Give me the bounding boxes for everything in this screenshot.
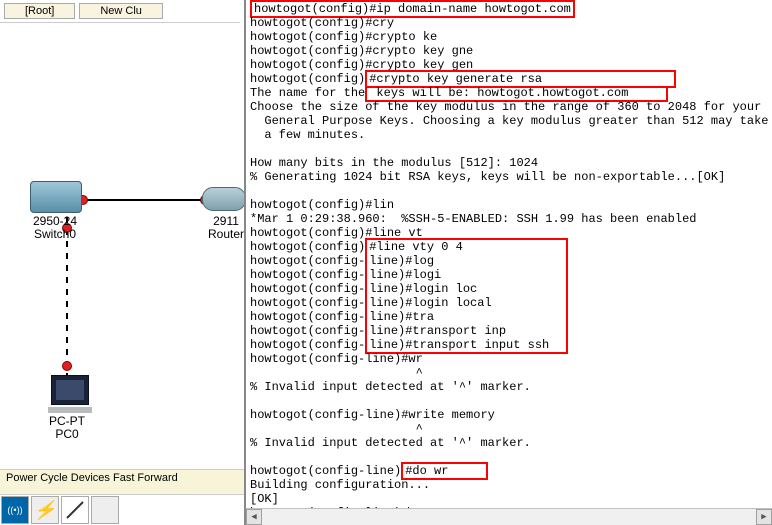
cli-line: howtogot(config-line) [250,464,401,478]
highlight-box-vty: #line vty 0 4 [365,238,567,254]
switch-icon [30,181,82,213]
cli-line: % Invalid input detected at '^' marker. [250,436,531,450]
scroll-right-button[interactable]: ▶ [756,509,772,525]
cli-line: Building configuration... [250,478,430,492]
cli-line: howtogot(config-line)#wr [250,352,423,366]
new-cluster-button[interactable]: New Clu [79,3,163,19]
router-icon [202,187,246,211]
pc-label: PC-PT PC0 [27,415,107,441]
cli-line: howtogot(config- [250,268,365,282]
palette-lightning-icon[interactable]: ⚡ [31,496,59,524]
cli-line: howtogot(config)#crypto key gne [250,44,473,58]
device-router[interactable] [202,187,246,211]
cli-terminal[interactable]: howtogot(config)#ip domain-name howtogot… [244,0,772,525]
palette-connection-icon[interactable] [61,496,89,524]
cli-line: howtogot(config)#cry [250,16,394,30]
cli-line: *Mar 1 0:29:38.960: %SSH-5-ENABLED: SSH … [250,212,696,226]
device-palette: ((•)) ⚡ [0,494,120,525]
highlight-box-vty: line)#transport inp [365,324,567,338]
palette-wireless-icon[interactable]: ((•)) [1,496,29,524]
horizontal-scrollbar[interactable]: ◀ ▶ [246,508,772,525]
device-switch[interactable] [30,181,82,213]
cli-line: % Invalid input detected at '^' marker. [250,380,531,394]
cli-line: howtogot(config- [250,282,365,296]
highlight-box-vty: line)#login local [365,296,567,310]
cli-line: ^ [250,366,423,380]
router-name-text: Router [208,227,244,241]
sim-controls-bar[interactable]: Power Cycle Devices Fast Forward [0,469,244,495]
highlight-box-vty: line)#tra [365,310,567,324]
cli-line: The name for the [250,86,365,100]
cli-line: howtogot(config- [250,310,365,324]
pc-monitor-icon [51,375,89,405]
pc-type-text: PC-PT [49,414,85,428]
palette-item-4[interactable] [91,496,119,524]
cli-line: How many bits in the modulus [512]: 1024 [250,156,538,170]
root-button[interactable]: [Root] [4,3,75,19]
highlight-box-vty: line)#login loc [365,282,567,296]
cli-line: a few minutes. [250,128,365,142]
highlight-box-vty: line)#logi [365,268,567,282]
cli-line: howtogot(config)#crypto ke [250,30,437,44]
cli-line: % Generating 1024 bit RSA keys, keys wil… [250,170,725,184]
topology-canvas[interactable]: 2950-24 Switch0 2911 Router PC-PT PC0 [0,22,240,463]
cli-line: howtogot(config- [250,254,365,268]
cli-line: howtogot(config) [250,72,365,86]
device-pc[interactable] [48,375,92,413]
scroll-track[interactable] [262,509,756,525]
top-toolbar: [Root] New Clu [0,2,167,20]
cli-line: howtogot(config) [250,240,365,254]
cli-line: Choose the size of the key modulus in th… [250,100,761,114]
port-dot-pc [62,361,72,371]
switch-label: 2950-24 Switch0 [15,215,95,241]
pc-name-text: PC0 [55,427,78,441]
router-model-text: 2911 [213,214,239,228]
cli-line: howtogot(config- [250,324,365,338]
cli-line: howtogot(config)#lin [250,198,394,212]
cli-line: howtogot(config-line)#write memory [250,408,495,422]
switch-model-text: 2950-24 [33,214,77,228]
cli-line: [OK] [250,492,279,506]
pc-base-icon [48,407,92,413]
cli-line: General Purpose Keys. Choosing a key mod… [250,114,768,128]
scroll-left-button[interactable]: ◀ [246,509,262,525]
cli-line: howtogot(config- [250,338,365,352]
switch-name-text: Switch0 [34,227,76,241]
cli-line: ^ [250,422,423,436]
cli-line: howtogot(config- [250,296,365,310]
highlight-box-vty: line)#log [365,254,567,268]
